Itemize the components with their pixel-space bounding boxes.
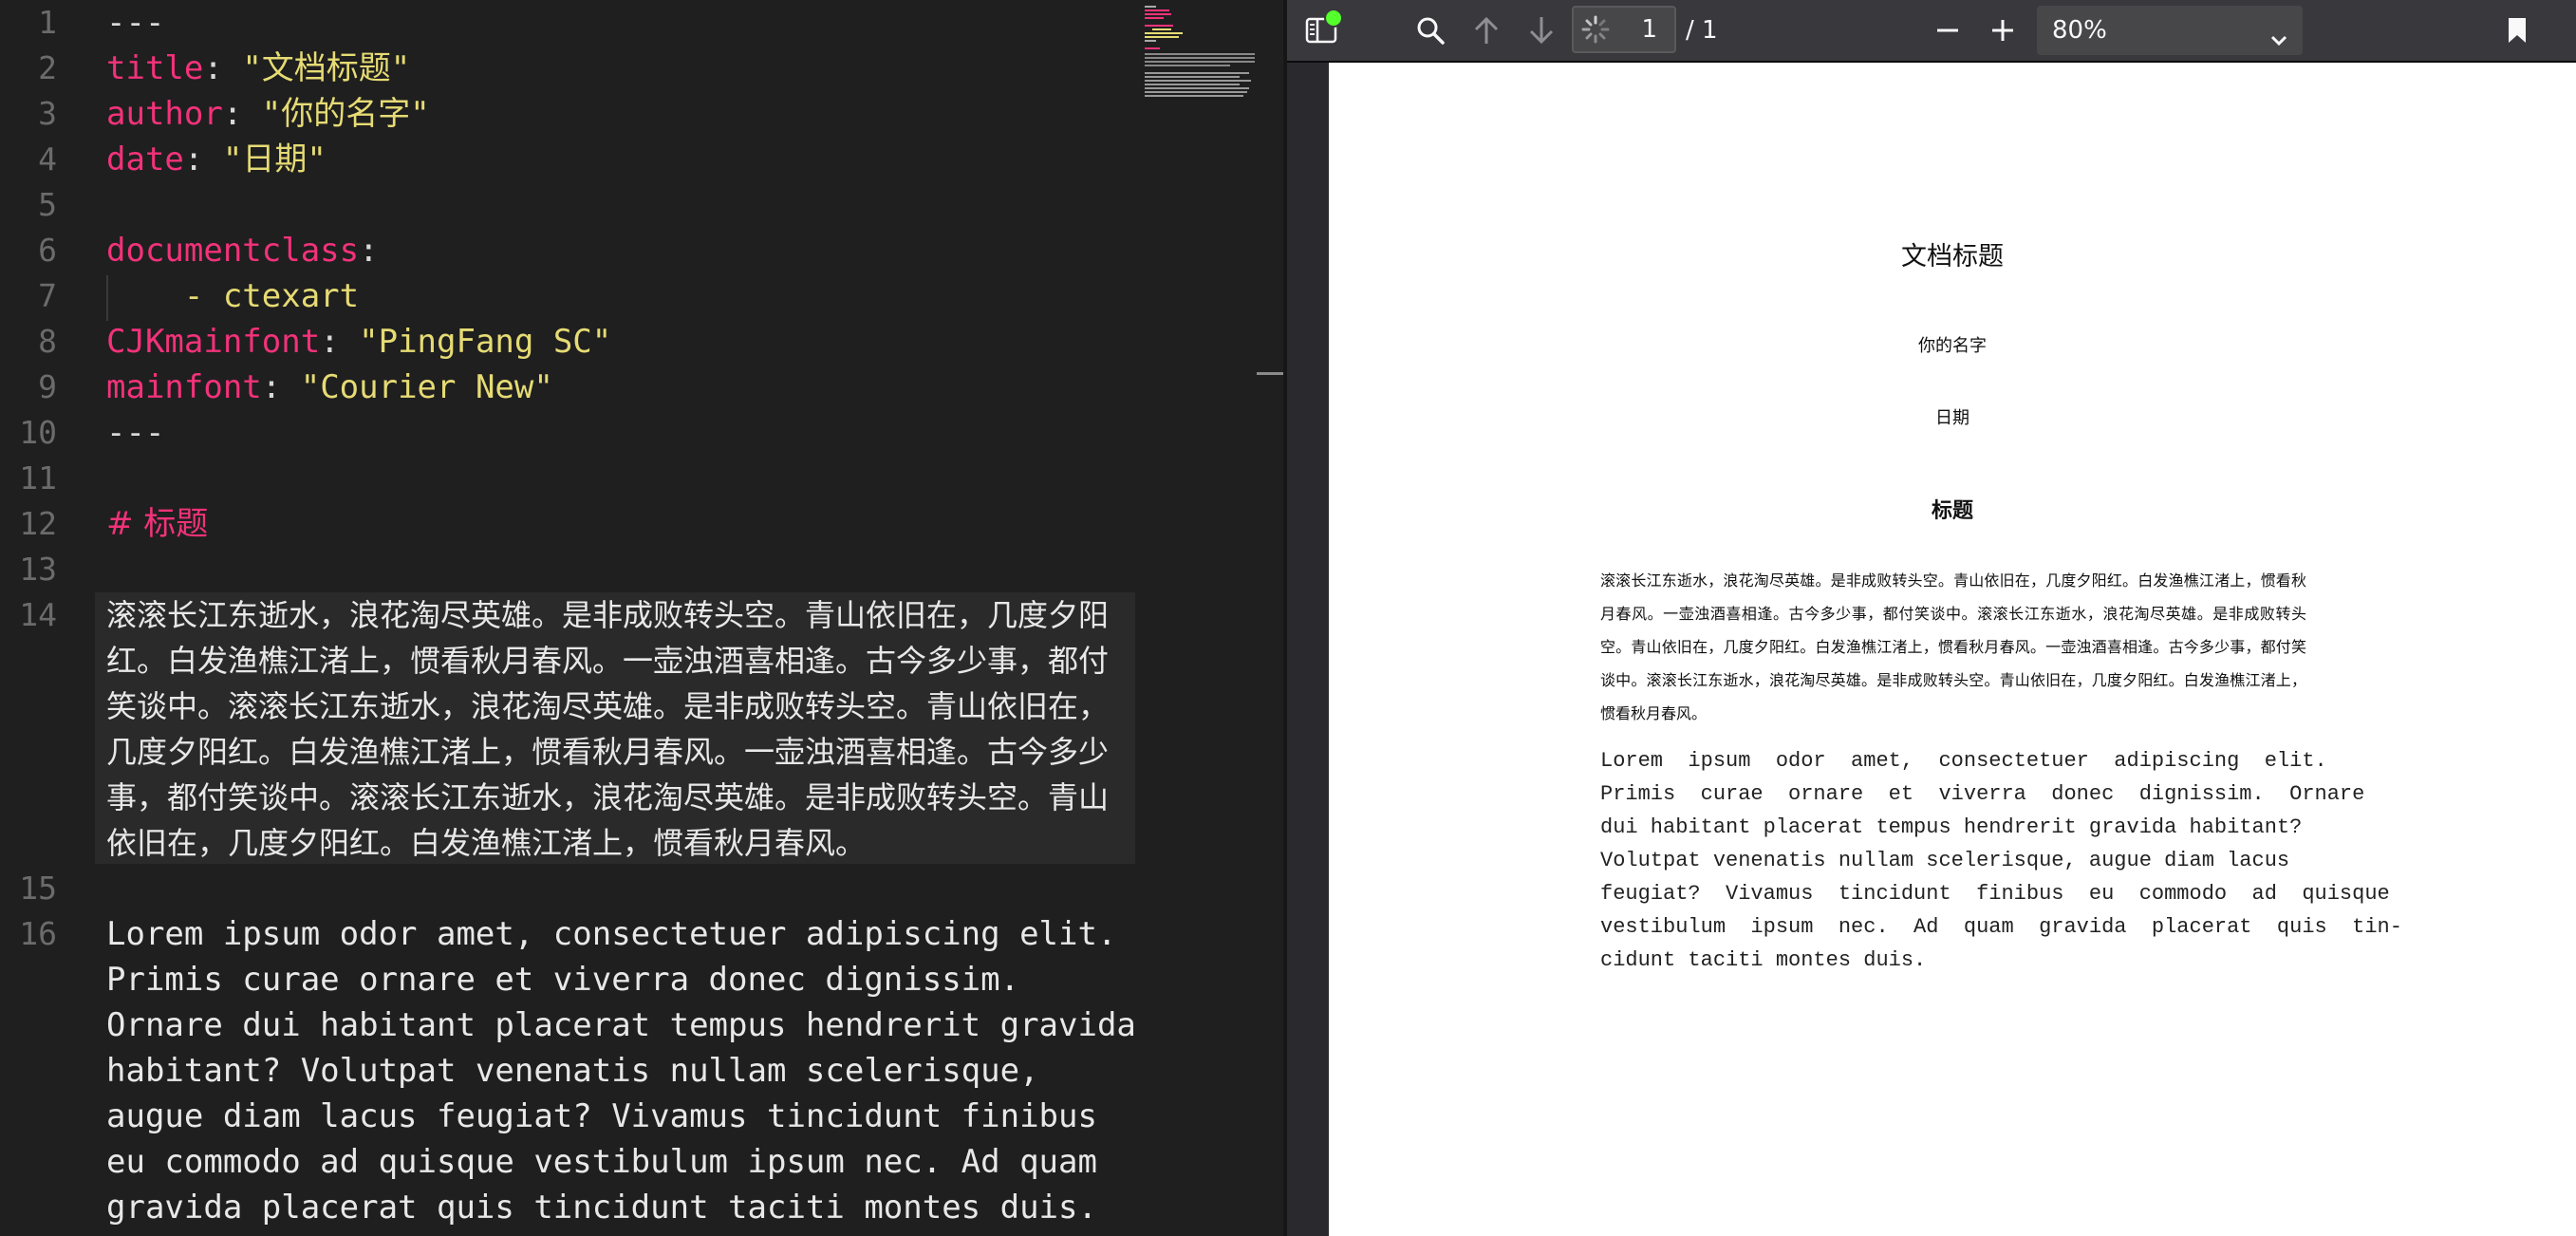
- page-number-value: 1: [1641, 15, 1657, 44]
- chevron-down-icon: [2268, 19, 2289, 68]
- line-number: 1: [38, 4, 57, 41]
- plus-icon: [1989, 17, 2016, 44]
- pdf-text-line: Primis curae ornare et viverra donec dig…: [1600, 782, 2365, 806]
- front-matter-dashes: ---: [106, 414, 165, 452]
- bookmark-button[interactable]: [2492, 8, 2542, 53]
- minus-icon: [1934, 17, 1961, 44]
- front-matter-dashes: ---: [106, 4, 165, 42]
- code-line: documentclass:: [106, 228, 379, 273]
- minimap[interactable]: [1139, 0, 1262, 123]
- code-line: CJKmainfont: "PingFang SC": [106, 319, 611, 365]
- arrow-down-icon: [1527, 15, 1556, 46]
- pdf-section-heading: 标题: [1931, 499, 1973, 523]
- yaml-colon: :: [320, 323, 340, 361]
- page-number-input[interactable]: 1: [1572, 6, 1676, 53]
- yaml-colon: :: [261, 368, 282, 406]
- pdf-text-line: dui habitant placerat tempus hendrerit g…: [1600, 815, 2303, 839]
- text-line: Ornare dui habitant placerat tempus hend…: [106, 1006, 1136, 1044]
- pdf-date: 日期: [1935, 408, 1969, 428]
- bookmark-icon: [2507, 16, 2528, 45]
- pdf-text-line: Lorem ipsum odor amet, consectetuer adip…: [1600, 749, 2327, 773]
- code-line: author: "你的名字": [106, 91, 430, 137]
- text-line: Lorem ipsum odor amet, consectetuer adip…: [106, 915, 1117, 953]
- line-number: 9: [38, 368, 57, 405]
- pdf-author: 你的名字: [1918, 336, 1987, 356]
- yaml-colon: :: [203, 49, 223, 87]
- zoom-value: 80%: [2052, 16, 2107, 45]
- pdf-viewer: 1 / 1 80% 文档标题 你的名字 日期 标题 滚滚长江东逝水，浪花淘尽英雄…: [1287, 0, 2576, 1236]
- pdf-text-line: Volutpat venenatis nullam scelerisque, a…: [1600, 849, 2290, 872]
- cjk-paragraph: 滚滚长江东逝水，浪花淘尽英雄。是非成败转头空。青山依旧在，几度夕阳红。白发渔樵江…: [106, 597, 1110, 861]
- yaml-value: "文档标题": [242, 49, 411, 87]
- viewer-toolbar: 1 / 1 80%: [1287, 0, 2576, 63]
- pdf-text-line: cidunt taciti montes duis.: [1600, 948, 1927, 972]
- previous-page-button[interactable]: [1462, 8, 1511, 53]
- notification-badge: [1324, 9, 1343, 28]
- text-line: eu commodo ad quisque vestibulum ipsum n…: [106, 1143, 1097, 1181]
- sidebar-toggle-button[interactable]: [1297, 8, 1346, 53]
- yaml-key: title: [106, 49, 204, 87]
- yaml-value: "你的名字": [261, 95, 430, 133]
- line-number: 10: [19, 414, 57, 451]
- code-line: title: "文档标题": [106, 46, 410, 91]
- arrow-up-icon: [1472, 15, 1501, 46]
- code-line: date: "日期": [106, 137, 327, 182]
- text-line: gravida placerat quis tincidunt taciti m…: [106, 1189, 1097, 1227]
- pdf-title: 文档标题: [1901, 242, 2004, 272]
- find-button[interactable]: [1405, 8, 1456, 53]
- text-line: Primis curae ornare et viverra donec dig…: [106, 961, 1020, 999]
- markdown-heading: # 标题: [106, 505, 209, 543]
- line-number: 16: [19, 915, 57, 952]
- yaml-colon: :: [183, 140, 204, 178]
- code-line: # 标题: [106, 501, 208, 547]
- zoom-in-button[interactable]: [1978, 8, 2027, 53]
- yaml-key: documentclass: [106, 232, 360, 270]
- yaml-key: author: [106, 95, 223, 133]
- scrollbar-marker[interactable]: [1257, 372, 1283, 375]
- pdf-latin-paragraph: Lorem ipsum odor amet, consectetuer adip…: [1600, 744, 2402, 977]
- line-number: 8: [38, 323, 57, 360]
- yaml-key: mainfont: [106, 368, 262, 406]
- yaml-value: "PingFang SC": [359, 323, 612, 361]
- code-line: ---: [106, 0, 164, 46]
- lorem-paragraph: Lorem ipsum odor amet, consectetuer adip…: [106, 911, 1136, 1230]
- text-line: habitant? Volutpat venenatis nullam scel…: [106, 1052, 1039, 1090]
- markdown-editor[interactable]: 1 2 3 4 5 6 7 8 9 10 11 12 13 14 15 16 -…: [0, 0, 1283, 1236]
- pdf-cjk-paragraph: 滚滚长江东逝水，浪花淘尽英雄。是非成败转头空。青山依旧在，几度夕阳红。白发渔樵江…: [1600, 571, 2306, 722]
- code-area[interactable]: --- title: "文档标题" author: "你的名字" date: "…: [106, 0, 1136, 1236]
- page-count: / 1: [1686, 16, 1718, 45]
- line-number: 12: [19, 505, 57, 542]
- zoom-out-button[interactable]: [1923, 8, 1972, 53]
- line-number: 4: [38, 140, 57, 178]
- code-line: ---: [106, 410, 164, 456]
- text-line: augue diam lacus feugiat? Vivamus tincid…: [106, 1097, 1097, 1135]
- search-icon: [1415, 15, 1446, 46]
- yaml-colon: :: [359, 232, 379, 270]
- line-number: 3: [38, 95, 57, 132]
- yaml-key: CJKmainfont: [106, 323, 321, 361]
- yaml-key: date: [106, 140, 184, 178]
- line-number: 11: [19, 459, 57, 496]
- sidebar-toggle-icon: [1305, 9, 1343, 45]
- loading-spinner-icon: [1581, 15, 1610, 50]
- yaml-value: "日期": [222, 140, 327, 178]
- line-number: 15: [19, 870, 57, 907]
- yaml-list-item: - ctexart: [183, 277, 360, 315]
- line-number: 7: [38, 277, 57, 314]
- code-line: - ctexart: [106, 273, 359, 319]
- line-number: 14: [19, 596, 57, 633]
- line-number: 13: [19, 551, 57, 588]
- line-number: 6: [38, 232, 57, 269]
- pdf-text-line: vestibulum ipsum nec. Ad quam gravida pl…: [1600, 915, 2402, 939]
- pdf-text-line: feugiat? Vivamus tincidunt finibus eu co…: [1600, 882, 2390, 906]
- zoom-select[interactable]: 80%: [2037, 6, 2303, 55]
- yaml-colon: :: [222, 95, 243, 133]
- line-number: 2: [38, 49, 57, 86]
- code-line: mainfont: "Courier New": [106, 365, 553, 410]
- next-page-button[interactable]: [1517, 8, 1566, 53]
- line-number: 5: [38, 186, 57, 223]
- pdf-page: 文档标题 你的名字 日期 标题 滚滚长江东逝水，浪花淘尽英雄。是非成败转头空。青…: [1329, 63, 2576, 1236]
- line-number-gutter: 1 2 3 4 5 6 7 8 9 10 11 12 13 14 15 16: [0, 0, 95, 1236]
- yaml-value: "Courier New": [300, 368, 553, 406]
